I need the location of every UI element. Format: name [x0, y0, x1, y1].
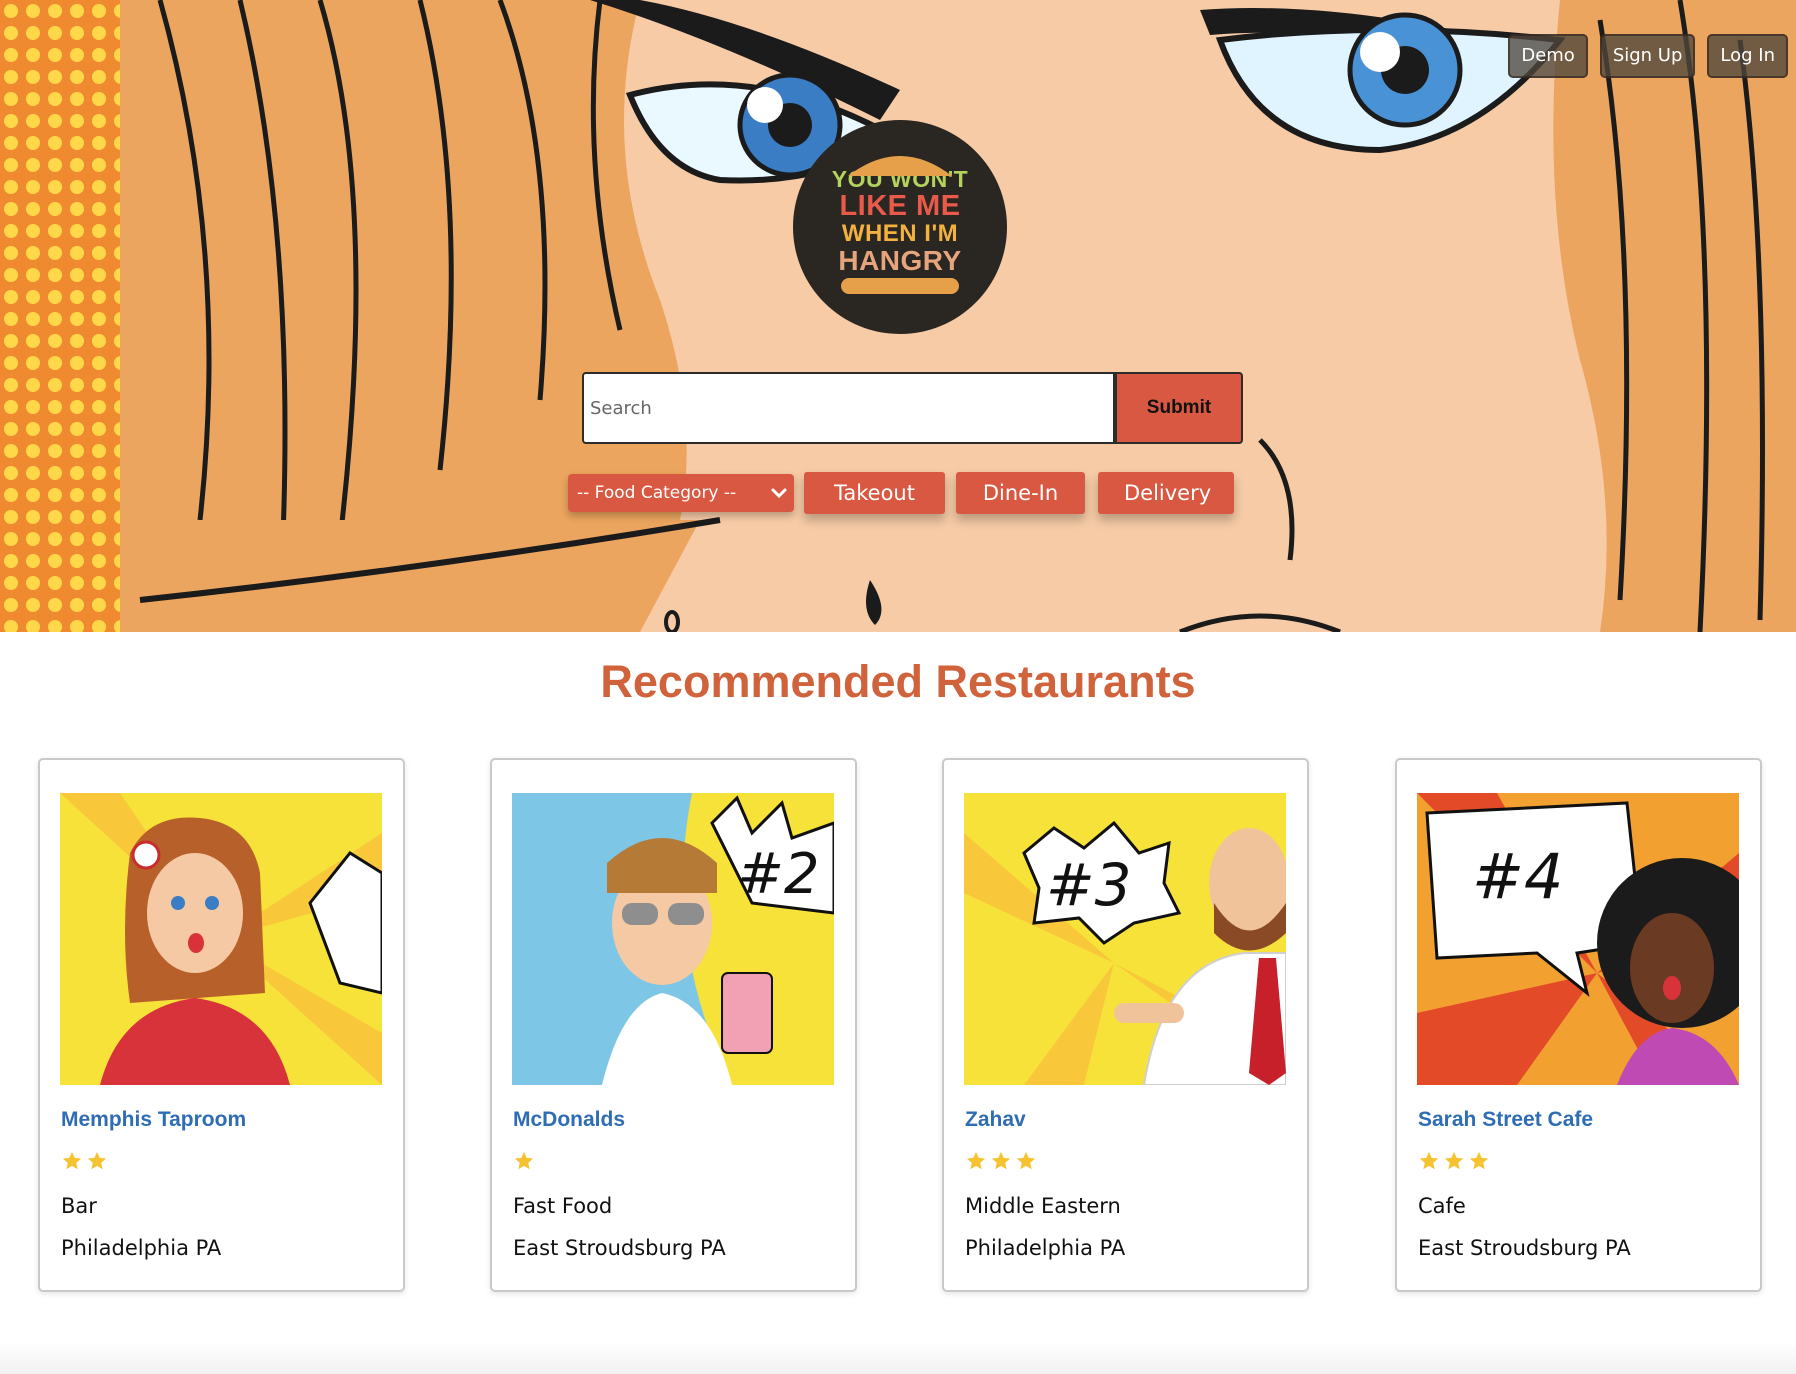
star-icon [1444, 1151, 1464, 1170]
star-icon [62, 1151, 82, 1170]
star-icon [87, 1151, 107, 1170]
hero-banner: Demo Sign Up Log In YOU WON'T LIKE ME WH… [0, 0, 1796, 632]
delivery-button[interactable]: Delivery [1098, 472, 1234, 514]
restaurant-card[interactable]: Memphis Taproom Bar Philadelphia PA [38, 758, 405, 1292]
star-icon [1469, 1151, 1489, 1170]
badge-text: #3 [1046, 851, 1132, 919]
submit-button[interactable]: Submit [1115, 372, 1243, 444]
top-nav: Demo Sign Up Log In [1508, 34, 1788, 78]
restaurant-location: East Stroudsburg PA [513, 1236, 726, 1260]
restaurant-category: Fast Food [513, 1194, 613, 1218]
star-icon [1016, 1151, 1036, 1170]
restaurant-image[interactable]: #3 [964, 793, 1286, 1085]
star-icon [514, 1151, 534, 1170]
restaurant-name[interactable]: McDonalds [513, 1108, 625, 1132]
star-icon [1419, 1151, 1439, 1170]
search-bar: Submit [582, 372, 1243, 444]
restaurant-category: Middle Eastern [965, 1194, 1121, 1218]
restaurant-card[interactable]: #3 Zahav Middle Eastern Philadelphia PA [942, 758, 1309, 1292]
restaurant-category: Cafe [1418, 1194, 1466, 1218]
star-icon [966, 1151, 986, 1170]
restaurant-image[interactable] [60, 793, 382, 1085]
food-category-label: -- Food Category -- [577, 483, 737, 503]
logo-line-3: WHEN I'M [841, 220, 959, 247]
food-category-select[interactable]: -- Food Category -- [568, 474, 794, 512]
restaurant-card[interactable]: #2 McDonalds Fast Food East Stroudsburg … [490, 758, 857, 1292]
logo-line-2: LIKE ME [839, 190, 961, 222]
rating-stars [61, 1150, 108, 1172]
restaurant-image[interactable]: #2 [512, 793, 834, 1085]
search-input[interactable] [582, 372, 1115, 444]
filter-bar: -- Food Category -- Takeout Dine-In Deli… [568, 472, 1234, 514]
logo-line-4: HANGRY [838, 245, 962, 276]
burger-bun-icon [848, 156, 952, 176]
restaurant-name[interactable]: Sarah Street Cafe [1418, 1108, 1593, 1132]
takeout-button[interactable]: Takeout [804, 472, 945, 514]
page-footer-fade [0, 1342, 1796, 1374]
sign-up-button[interactable]: Sign Up [1599, 34, 1696, 78]
badge-text: #4 [1472, 840, 1563, 913]
section-title: Recommended Restaurants [600, 656, 1196, 707]
restaurant-card[interactable]: #4 Sarah Street Cafe Cafe East Stroudsbu… [1395, 758, 1762, 1292]
log-in-button[interactable]: Log In [1707, 34, 1788, 78]
restaurant-location: East Stroudsburg PA [1418, 1236, 1631, 1260]
rating-stars [513, 1150, 535, 1172]
badge-text: #2 [737, 842, 820, 907]
star-icon [991, 1151, 1011, 1170]
restaurant-name[interactable]: Memphis Taproom [61, 1108, 246, 1132]
dine-in-button[interactable]: Dine-In [956, 472, 1085, 514]
demo-button[interactable]: Demo [1508, 34, 1588, 78]
rating-stars [1418, 1150, 1490, 1172]
restaurant-location: Philadelphia PA [965, 1236, 1126, 1260]
restaurant-image[interactable]: #4 [1417, 793, 1739, 1085]
hangry-logo[interactable]: YOU WON'T LIKE ME WHEN I'M HANGRY [793, 120, 1007, 334]
burger-bottom-icon [841, 278, 959, 294]
restaurant-category: Bar [61, 1194, 97, 1218]
restaurant-location: Philadelphia PA [61, 1236, 222, 1260]
chevron-down-icon [771, 488, 787, 499]
restaurant-name[interactable]: Zahav [965, 1108, 1026, 1132]
rating-stars [965, 1150, 1037, 1172]
